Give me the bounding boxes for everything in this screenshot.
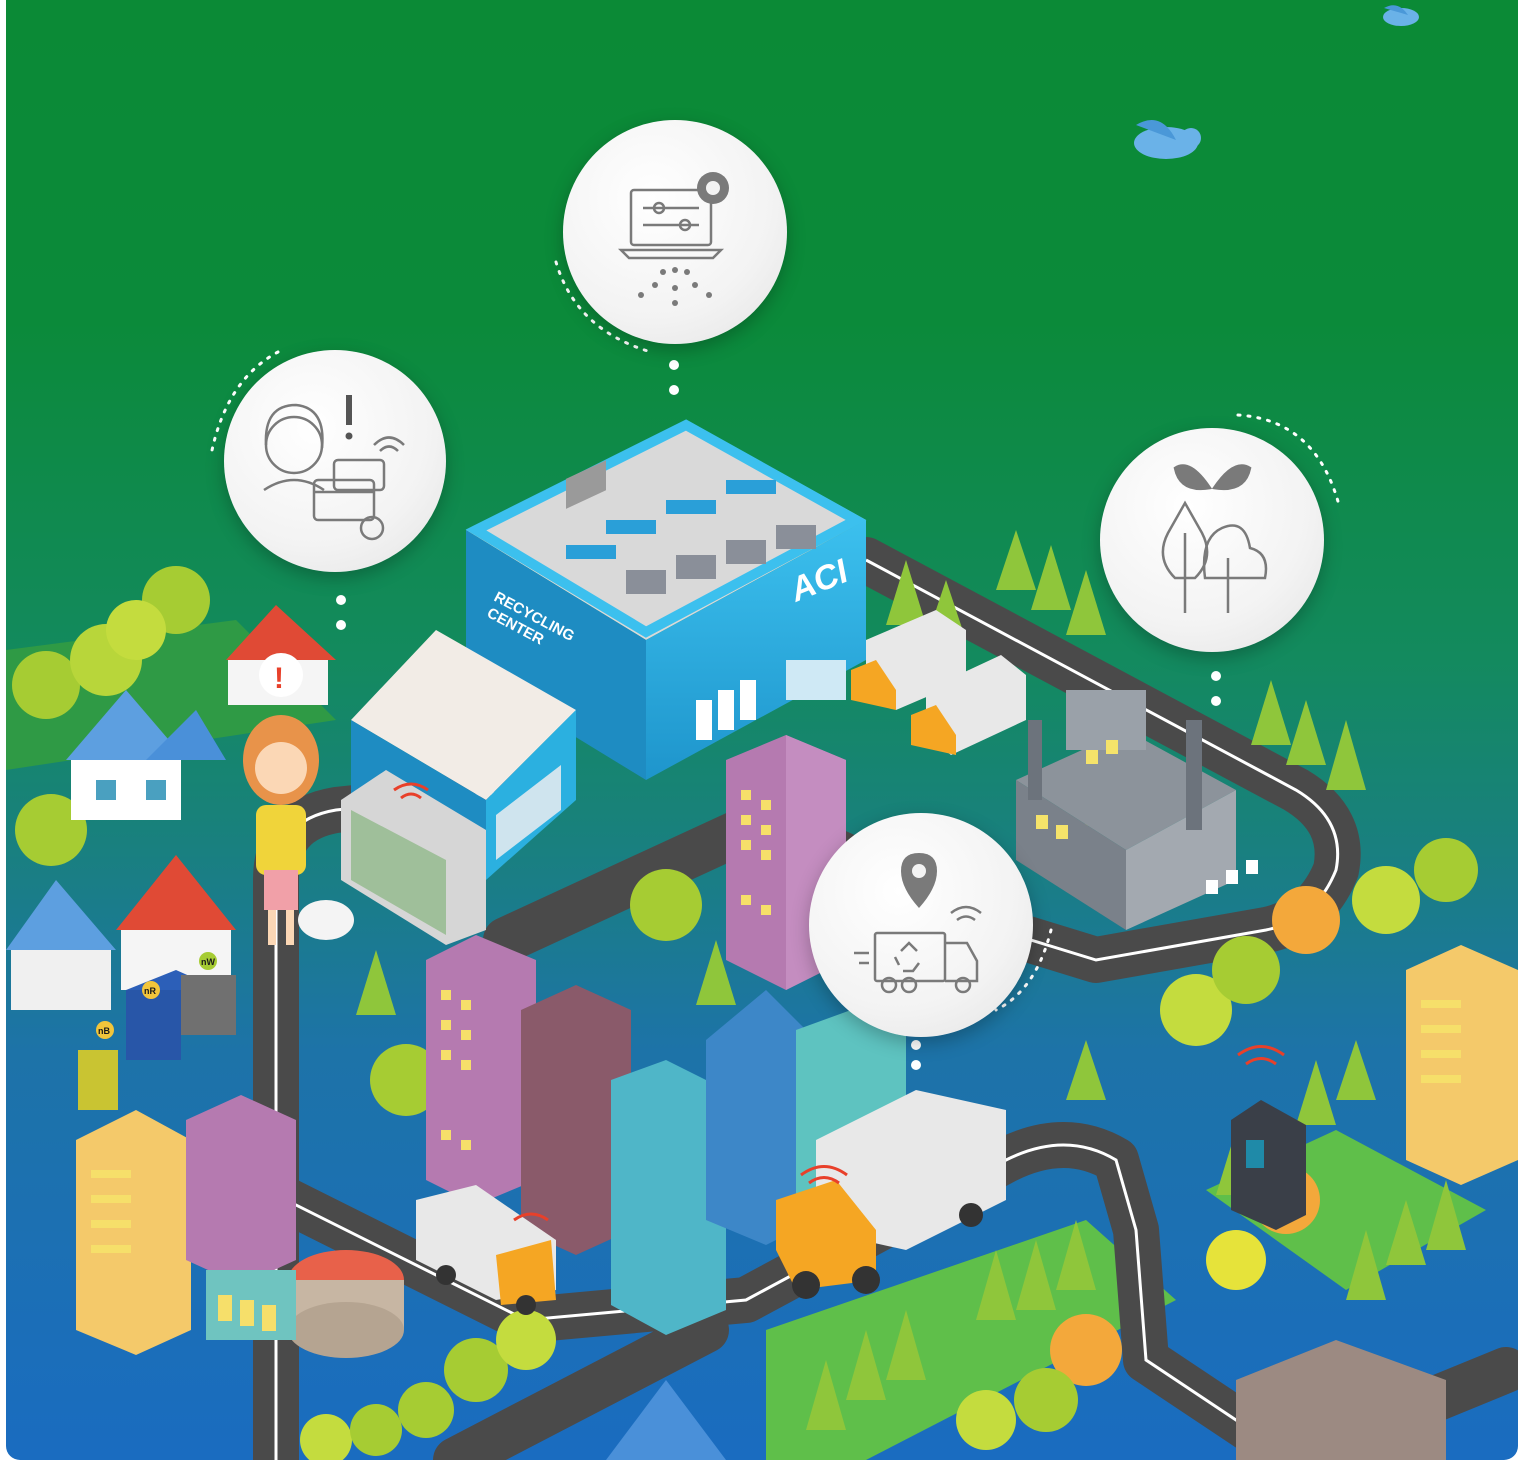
gps-recycling-truck-icon bbox=[854, 853, 982, 994]
feature-circle-eco-environment bbox=[1100, 428, 1324, 652]
laptop-settings-icon bbox=[617, 172, 729, 306]
smart-charging-station bbox=[1231, 1045, 1306, 1230]
bin-tag-nr: nR bbox=[144, 986, 156, 996]
feature-circle-customer-alert bbox=[224, 350, 446, 572]
bin-tag-nw: nW bbox=[201, 957, 215, 967]
feature-circle-truck-tracking bbox=[809, 813, 1033, 1037]
bird-large bbox=[1134, 120, 1201, 159]
alert-bubble-symbol: ! bbox=[274, 662, 284, 695]
leaf-trees-icon bbox=[1161, 464, 1268, 613]
bin-tag-nb: nB bbox=[98, 1026, 110, 1036]
bird-small bbox=[1383, 5, 1419, 26]
customer-payment-alert-icon bbox=[263, 395, 405, 541]
city-illustration: RECYCLING CENTER ACI nB nR nW ! bbox=[6, 0, 1518, 1460]
feature-circle-system-control bbox=[563, 120, 787, 344]
